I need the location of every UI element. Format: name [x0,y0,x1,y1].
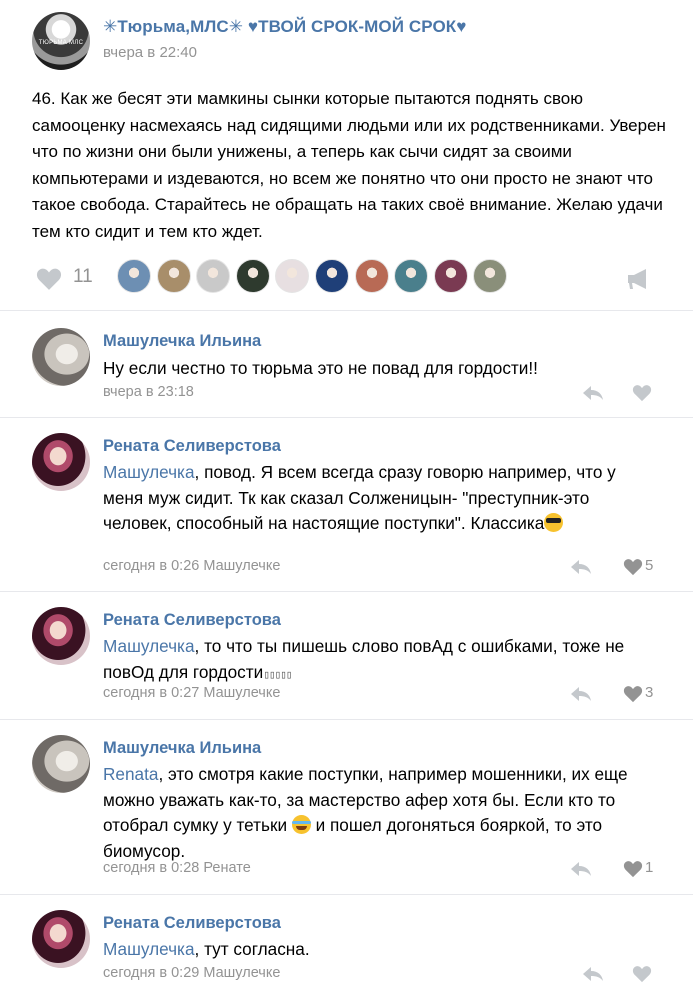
avatar[interactable] [32,328,90,386]
divider [0,310,693,311]
group-avatar-text: ТЮРЬМА МЛС [38,40,84,46]
comment-text: Ну если честно то тюрьма это не повад дл… [103,356,663,382]
crying-laughing-emoji-icon [291,815,311,835]
liker-avatar[interactable] [394,259,429,293]
comment-author[interactable]: Рената Селиверстова [103,611,281,630]
reply-arrow-icon[interactable] [570,860,592,878]
liker-avatar[interactable] [433,259,468,293]
avatar[interactable] [32,735,90,793]
likers-avatars[interactable] [117,259,513,297]
divider [0,591,693,592]
comment-author[interactable]: Машулечка Ильина [103,332,261,351]
comment-meta[interactable]: сегодня в 0:29 Машулечке [103,965,280,981]
divider [0,417,693,418]
reply-arrow-icon[interactable] [570,558,592,576]
post-like-count: 11 [73,266,93,287]
reply-arrow-icon[interactable] [582,384,604,402]
heart-icon[interactable] [632,384,652,402]
comment-meta[interactable]: вчера в 23:18 [103,384,194,400]
comment-text-body: , тут согласна. [194,939,310,959]
liker-avatar[interactable] [354,259,389,293]
mention-link[interactable]: Машулечка [103,939,195,959]
reply-arrow-icon[interactable] [582,965,604,983]
heart-icon[interactable] [623,685,643,703]
heart-icon[interactable] [623,558,643,576]
comment: Рената Селиверстова Машулечка, то что ты… [0,599,693,717]
sunglasses-emoji-icon [544,513,564,533]
comment-meta[interactable]: сегодня в 0:27 Машулечке [103,685,280,701]
reply-arrow-icon[interactable] [570,685,592,703]
comment: Машулечка Ильина Ну если честно то тюрьм… [0,318,693,414]
avatar[interactable] [32,433,90,491]
comment-text-body: Ну если честно то тюрьма это не повад дл… [103,358,538,378]
liker-avatar[interactable] [196,259,231,293]
liker-avatar[interactable] [314,259,349,293]
heart-icon[interactable] [623,860,643,878]
post-text: 46. Как же бесят эти мамкины сынки котор… [32,89,666,241]
missing-glyphs: ▯▯▯▯▯ [263,667,292,681]
comment-text: Машулечка, тут согласна. [103,937,663,963]
divider [0,719,693,720]
liker-avatar[interactable] [473,259,508,293]
comment-text: Renata, это смотря какие поступки, напри… [103,762,648,864]
avatar[interactable] [32,910,90,968]
liker-avatar[interactable] [235,259,270,293]
post-footer: 11 [0,255,693,301]
comment-like-count: 3 [645,684,654,701]
avatar[interactable] [32,607,90,665]
heart-icon[interactable] [632,965,652,983]
comment-like-count: 5 [645,557,654,574]
post-timestamp[interactable]: вчера в 22:40 [103,44,197,61]
post-header: ТЮРЬМА МЛС ✳Тюрьма,МЛС✳ ♥ТВОЙ СРОК-МОЙ С… [0,0,693,80]
mention-link[interactable]: Машулечка [103,462,195,482]
comment-text: Машулечка, то что ты пишешь слово повАд … [103,634,648,687]
comment-text: Машулечка, повод. Я всем всегда сразу го… [103,460,648,537]
comment-meta[interactable]: сегодня в 0:26 Машулечке [103,558,280,574]
heart-icon[interactable] [36,267,62,291]
group-name-link[interactable]: ✳Тюрьма,МЛС✳ ♥ТВОЙ СРОК-МОЙ СРОК♥ [103,17,466,37]
mention-link[interactable]: Машулечка [103,636,195,656]
group-avatar[interactable]: ТЮРЬМА МЛС [32,12,90,70]
comment-author[interactable]: Рената Селиверстова [103,437,281,456]
comment-author[interactable]: Машулечка Ильина [103,739,261,758]
megaphone-icon[interactable] [626,267,652,291]
comment: Машулечка Ильина Renata, это смотря каки… [0,727,693,893]
comment-meta[interactable]: сегодня в 0:28 Ренате [103,860,251,876]
divider [0,894,693,895]
comment-like-count: 1 [645,859,654,876]
comment: Рената Селиверстова Машулечка, тут согла… [0,902,693,995]
comment: Рената Селиверстова Машулечка, повод. Я … [0,425,693,587]
liker-avatar[interactable] [156,259,191,293]
mention-link[interactable]: Renata [103,764,158,784]
liker-avatar[interactable] [117,259,151,293]
liker-avatar[interactable] [275,259,310,293]
comment-author[interactable]: Рената Селиверстова [103,914,281,933]
